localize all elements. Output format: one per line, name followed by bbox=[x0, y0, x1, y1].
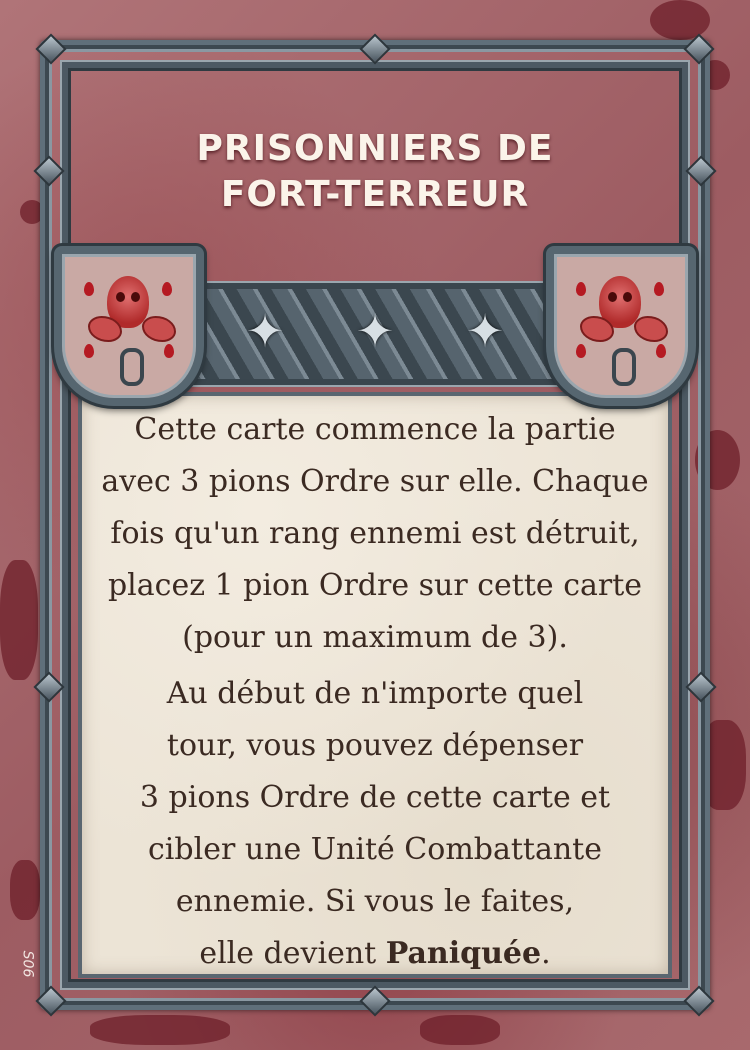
blood-splat bbox=[0, 560, 38, 680]
chained-hand-icon bbox=[634, 316, 668, 342]
blood-splat bbox=[420, 1015, 500, 1045]
blood-drop-icon bbox=[84, 344, 94, 358]
rules-text: . bbox=[541, 936, 551, 971]
blood-drop-icon bbox=[576, 344, 586, 358]
rules-line: Cette carte commence la partie bbox=[134, 412, 616, 447]
card-title-line: FORT-TERREUR bbox=[220, 174, 530, 215]
rules-line: placez 1 pion Ordre sur cette carte bbox=[107, 568, 643, 603]
rules-line: (pour un maximum de 3). bbox=[182, 620, 568, 655]
blood-drop-icon bbox=[162, 282, 172, 296]
rules-line: ennemie. Si vous le faites, bbox=[175, 884, 575, 919]
rules-line: Au début de n'importe quel bbox=[166, 676, 584, 711]
card-title-line: PRISONNIERS DE bbox=[196, 128, 554, 169]
rules-line-last: elle devient Paniquée. bbox=[84, 928, 666, 980]
blood-drop-icon bbox=[654, 282, 664, 296]
blood-drop-icon bbox=[84, 282, 94, 296]
rules-text: elle devient bbox=[199, 936, 386, 971]
keyword-panicked: Paniquée bbox=[385, 936, 542, 971]
star-icon: ✦ bbox=[465, 304, 505, 358]
rules-line: 3 pions Ordre de cette carte et bbox=[139, 780, 611, 815]
rules-line: avec 3 pions Ordre sur elle. Chaque bbox=[101, 464, 649, 499]
right-shield-emblem bbox=[546, 246, 696, 406]
card-rules-paragraph: Au début de n'importe quel tour, vous po… bbox=[84, 668, 666, 980]
blood-splat bbox=[90, 1015, 230, 1045]
star-icon: ✦ bbox=[355, 304, 395, 358]
blood-drop-icon bbox=[164, 344, 174, 358]
card-rules-paragraph: Cette carte commence la partie avec 3 pi… bbox=[84, 404, 666, 664]
rules-line: tour, vous pouvez dépenser bbox=[166, 728, 584, 763]
chain-icon bbox=[612, 348, 636, 386]
left-shield-emblem bbox=[54, 246, 204, 406]
blood-drop-icon bbox=[576, 282, 586, 296]
blood-splat bbox=[650, 0, 710, 40]
card-code: S06 bbox=[19, 950, 36, 978]
decorative-band: ✦ ✦ ✦ bbox=[150, 283, 600, 385]
chain-icon bbox=[120, 348, 144, 386]
star-icon: ✦ bbox=[245, 304, 285, 358]
blood-drop-icon bbox=[656, 344, 666, 358]
rules-line: cibler une Unité Combattante bbox=[148, 832, 602, 867]
card-title: PRISONNIERS DE FORT-TERREUR bbox=[80, 126, 670, 218]
rules-line: fois qu'un rang ennemi est détruit, bbox=[110, 516, 640, 551]
blood-splat bbox=[10, 860, 40, 920]
chained-hand-icon bbox=[142, 316, 176, 342]
